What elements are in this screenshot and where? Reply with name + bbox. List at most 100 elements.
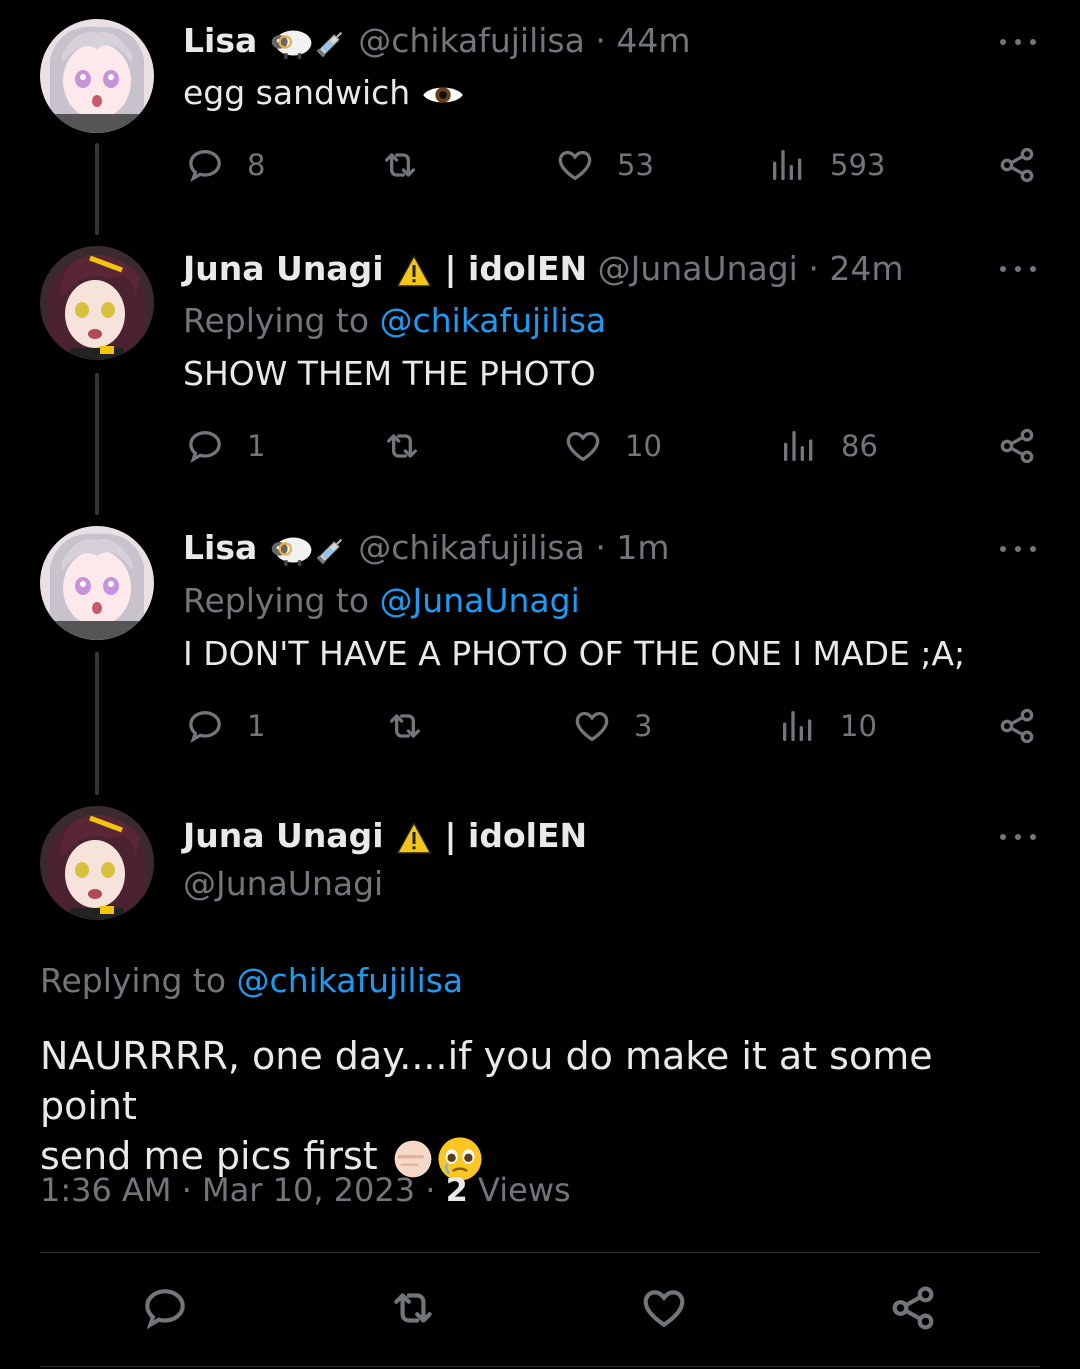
separator: ·: [595, 528, 606, 567]
views-icon: [768, 145, 808, 185]
replying-to: Replying to @chikafujilisa: [183, 301, 607, 340]
share-icon: [888, 1283, 938, 1333]
sheep-icon: [268, 26, 314, 60]
display-name[interactable]: Lisa: [183, 528, 257, 567]
like-count: 53: [617, 148, 654, 182]
like-icon: [555, 145, 595, 185]
divider: [40, 1252, 1040, 1253]
avatar[interactable]: [40, 526, 154, 640]
warning-icon: [394, 253, 434, 289]
display-name-suffix[interactable]: | idolEN: [445, 249, 588, 288]
reply-count: 1: [247, 709, 266, 743]
tweet-time[interactable]: 1:36 AM: [40, 1171, 172, 1209]
views-count: 593: [830, 148, 886, 182]
tweet-meta: 1:36 AM · Mar 10, 2023 · 2 Views: [40, 1171, 571, 1209]
more-icon[interactable]: [1000, 259, 1036, 279]
retweet-icon: [382, 426, 422, 466]
handle[interactable]: @JunaUnagi: [183, 864, 383, 904]
like-button[interactable]: 53: [555, 145, 654, 185]
views-button[interactable]: 10: [778, 706, 877, 746]
replying-to: Replying to @chikafujilisa: [40, 961, 464, 1000]
retweet-icon: [388, 1283, 438, 1333]
retweet-icon: [380, 145, 420, 185]
separator: ·: [595, 21, 606, 60]
sheep-icon: [268, 533, 314, 567]
views-label: Views: [478, 1171, 571, 1209]
retweet-button[interactable]: [380, 145, 420, 185]
action-bar: 1 3 10: [0, 706, 1080, 756]
syringe-icon: [314, 533, 348, 567]
like-count: 10: [625, 429, 662, 463]
display-name[interactable]: Juna Unagi: [183, 249, 384, 288]
mention-link[interactable]: @chikafujilisa: [380, 301, 607, 340]
timestamp[interactable]: 24m: [829, 249, 903, 288]
share-button[interactable]: [997, 706, 1037, 746]
syringe-icon: [314, 26, 348, 60]
action-bar: 8 53 593: [0, 145, 1080, 195]
share-icon: [997, 706, 1037, 746]
reply-button[interactable]: 1: [185, 426, 265, 466]
reply-count: 8: [247, 148, 266, 182]
reply-count: 1: [247, 429, 266, 463]
share-icon: [997, 145, 1037, 185]
tweet-header: Juna Unagi | idolEN: [183, 816, 587, 856]
tweet-text: SHOW THEM THE PHOTO: [183, 354, 596, 393]
mention-link[interactable]: @chikafujilisa: [237, 961, 464, 1000]
like-icon: [639, 1283, 689, 1333]
more-icon[interactable]: [1000, 32, 1036, 52]
reply-icon: [140, 1283, 190, 1333]
handle[interactable]: @JunaUnagi: [598, 249, 798, 288]
like-button[interactable]: 10: [563, 426, 662, 466]
share-button[interactable]: [997, 426, 1037, 466]
timestamp[interactable]: 1m: [616, 528, 669, 567]
reply-button[interactable]: 8: [185, 145, 265, 185]
retweet-button[interactable]: [382, 426, 422, 466]
retweet-icon: [385, 706, 425, 746]
tweet-text: I DON'T HAVE A PHOTO OF THE ONE I MADE ;…: [183, 634, 966, 673]
reply-icon: [185, 145, 225, 185]
tweet-text: NAURRRR, one day....if you do make it at…: [40, 1031, 1040, 1183]
tweet-header: Lisa @chikafujilisa · 44m: [183, 21, 691, 61]
like-button[interactable]: [639, 1283, 689, 1333]
main-action-bar: [0, 1283, 1080, 1333]
handle[interactable]: @chikafujilisa: [358, 21, 585, 60]
retweet-button[interactable]: [385, 706, 425, 746]
like-count: 3: [634, 709, 653, 743]
tweet-date[interactable]: Mar 10, 2023: [202, 1171, 415, 1209]
views-button[interactable]: 86: [779, 426, 878, 466]
display-name[interactable]: Lisa: [183, 21, 257, 60]
views-count: 2: [445, 1171, 468, 1209]
like-icon: [572, 706, 612, 746]
like-icon: [563, 426, 603, 466]
tweet-header: Lisa @chikafujilisa · 1m: [183, 528, 670, 568]
reply-icon: [185, 706, 225, 746]
views-count: 10: [840, 709, 877, 743]
timestamp[interactable]: 44m: [616, 21, 690, 60]
avatar[interactable]: [40, 246, 154, 360]
reply-button[interactable]: [140, 1283, 190, 1333]
share-button[interactable]: [997, 145, 1037, 185]
mention-link[interactable]: @JunaUnagi: [380, 581, 580, 620]
views-icon: [779, 426, 819, 466]
more-icon[interactable]: [1000, 827, 1036, 847]
like-button[interactable]: 3: [572, 706, 652, 746]
display-name[interactable]: Juna Unagi: [183, 816, 384, 855]
avatar[interactable]: [40, 806, 154, 920]
display-name-suffix[interactable]: | idolEN: [445, 816, 588, 855]
reply-icon: [185, 426, 225, 466]
share-icon: [997, 426, 1037, 466]
views-count: 86: [841, 429, 878, 463]
more-icon[interactable]: [1000, 539, 1036, 559]
tweet-header: Juna Unagi | idolEN @JunaUnagi · 24m: [183, 249, 903, 289]
views-icon: [778, 706, 818, 746]
warning-icon: [394, 820, 434, 856]
share-button[interactable]: [888, 1283, 938, 1333]
handle[interactable]: @chikafujilisa: [358, 528, 585, 567]
views-button[interactable]: 593: [768, 145, 885, 185]
reply-button[interactable]: 1: [185, 706, 265, 746]
divider: [40, 1366, 1040, 1367]
eye-icon: [421, 81, 465, 109]
avatar[interactable]: [40, 19, 154, 133]
retweet-button[interactable]: [388, 1283, 438, 1333]
action-bar: 1 10 86: [0, 426, 1080, 476]
